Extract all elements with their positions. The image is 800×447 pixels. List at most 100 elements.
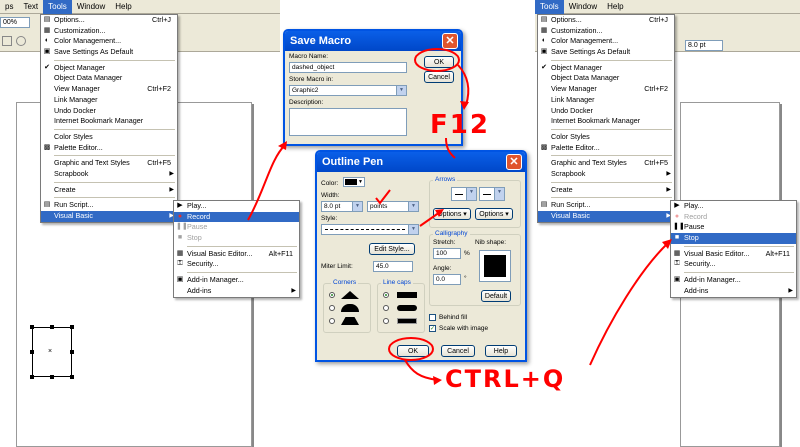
menu-item-play[interactable]: ▶ Play...: [671, 201, 796, 212]
menu-item-palette-editor[interactable]: ▩ Palette Editor...: [41, 143, 177, 154]
description-textarea[interactable]: [289, 108, 407, 136]
selection-handle[interactable]: [30, 325, 34, 329]
menu-item-color-styles[interactable]: Color Styles: [41, 132, 177, 143]
menu-item-view-manager[interactable]: View Manager Ctrl+F2: [41, 84, 177, 95]
menu-item-object-manager[interactable]: ✔ Object Manager: [538, 63, 674, 74]
menu-item-add-ins[interactable]: Add-ins ▶: [174, 286, 299, 297]
angle-input[interactable]: 0.0: [433, 274, 461, 285]
menu-item-options[interactable]: ▤ Options... Ctrl+J: [41, 15, 177, 26]
menu-item-link-manager[interactable]: Link Manager: [538, 95, 674, 106]
menu-item-create[interactable]: Create ▶: [41, 185, 177, 196]
stretch-input[interactable]: 100: [433, 248, 461, 259]
menu-item-scrapbook[interactable]: Scrapbook ▶: [538, 169, 674, 180]
selection-handle[interactable]: [70, 325, 74, 329]
menu-item-add-in-manager[interactable]: ▣ Add-in Manager...: [671, 275, 796, 286]
cancel-button[interactable]: Cancel: [441, 345, 475, 357]
menu-text[interactable]: Text: [18, 0, 43, 14]
start-arrow-select[interactable]: ▼: [451, 187, 477, 201]
corner-round-radio[interactable]: [329, 305, 335, 311]
menu-item-run-script[interactable]: ▤ Run Script...: [538, 200, 674, 211]
scale-image-checkbox[interactable]: ✓: [429, 325, 436, 332]
close-icon[interactable]: ✕: [506, 154, 522, 170]
selection-handle[interactable]: [30, 350, 34, 354]
cap-square-radio[interactable]: [383, 318, 389, 324]
ok-button[interactable]: OK: [424, 56, 454, 68]
menu-item-undo-docker[interactable]: Undo Docker: [41, 106, 177, 117]
menu-tools[interactable]: Tools: [43, 0, 72, 14]
cap-butt-radio[interactable]: [383, 292, 389, 298]
menu-tools[interactable]: Tools: [535, 0, 564, 14]
menu-item-link-manager[interactable]: Link Manager: [41, 95, 177, 106]
menu-item-view-manager[interactable]: View Manager Ctrl+F2: [538, 84, 674, 95]
macro-name-input[interactable]: dashed_object: [289, 62, 407, 73]
menu-item-internet-bookmark-manager[interactable]: Internet Bookmark Manager: [41, 116, 177, 127]
menu-item-color-management[interactable]: ◐ Color Management...: [41, 36, 177, 47]
store-macro-select[interactable]: Graphic2 ▼: [289, 85, 407, 96]
menu-item-create[interactable]: Create ▶: [538, 185, 674, 196]
menu-item-stop[interactable]: ■ Stop: [671, 233, 796, 244]
menu-item-color-management[interactable]: ◐ Color Management...: [538, 36, 674, 47]
menu-item-graphic-and-text-styles[interactable]: Graphic and Text Styles Ctrl+F5: [538, 158, 674, 169]
selection-handle[interactable]: [50, 375, 54, 379]
menu-item-internet-bookmark-manager[interactable]: Internet Bookmark Manager: [538, 116, 674, 127]
menu-item-visual-basic[interactable]: Visual Basic ▶: [41, 211, 177, 222]
menu-item-visual-basic[interactable]: Visual Basic ▶: [538, 211, 674, 222]
corner-bevel-radio[interactable]: [329, 318, 335, 324]
menu-item-add-ins[interactable]: Add-ins ▶: [671, 286, 796, 297]
menu-item-pause[interactable]: ❚❚ Pause: [174, 222, 299, 233]
cancel-button[interactable]: Cancel: [424, 71, 454, 83]
menu-item-visual-basic-editor[interactable]: ▦ Visual Basic Editor... Alt+F11: [671, 249, 796, 260]
ok-button[interactable]: OK: [397, 345, 429, 357]
default-button[interactable]: Default: [481, 290, 511, 302]
align-icon[interactable]: [2, 36, 12, 46]
units-select[interactable]: points ▼: [367, 201, 419, 212]
menu-item-visual-basic-editor[interactable]: ▦ Visual Basic Editor... Alt+F11: [174, 249, 299, 260]
menu-edit-partial[interactable]: ps: [0, 0, 18, 14]
menu-window[interactable]: Window: [72, 0, 110, 14]
cap-round-radio[interactable]: [383, 305, 389, 311]
menu-item-stop[interactable]: ■ Stop: [174, 233, 299, 244]
corner-miter-radio[interactable]: [329, 292, 335, 298]
help-button[interactable]: Help: [485, 345, 517, 357]
menu-item-customization[interactable]: ▦ Customization...: [41, 26, 177, 37]
miter-limit-input[interactable]: 45.0: [373, 261, 413, 272]
nib-shape-preview[interactable]: [479, 250, 511, 282]
arrow-options-right-button[interactable]: Options ▾: [475, 208, 513, 220]
menu-item-customization[interactable]: ▦ Customization...: [538, 26, 674, 37]
style-select[interactable]: ▼: [321, 224, 419, 235]
end-arrow-select[interactable]: ▼: [479, 187, 505, 201]
menu-window[interactable]: Window: [564, 0, 602, 14]
selection-handle[interactable]: [30, 375, 34, 379]
menu-item-scrapbook[interactable]: Scrapbook ▶: [41, 169, 177, 180]
selection-handle[interactable]: [70, 350, 74, 354]
width-select[interactable]: 8.0 pt ▼: [321, 201, 363, 212]
zoom-field[interactable]: 00%: [0, 17, 30, 28]
selection-handle[interactable]: [70, 375, 74, 379]
menu-item-security[interactable]: ⚿ Security...: [174, 259, 299, 270]
menu-item-run-script[interactable]: ▤ Run Script...: [41, 200, 177, 211]
menu-item-add-in-manager[interactable]: ▣ Add-in Manager...: [174, 275, 299, 286]
width-field[interactable]: 8.0 pt: [685, 40, 723, 51]
menu-help[interactable]: Help: [602, 0, 628, 14]
menu-item-save-settings-as-default[interactable]: ▣ Save Settings As Default: [538, 47, 674, 58]
close-icon[interactable]: ✕: [442, 33, 458, 49]
menu-item-record[interactable]: ● Record: [174, 211, 299, 223]
behind-fill-checkbox[interactable]: [429, 314, 436, 321]
edit-style-button[interactable]: Edit Style...: [369, 243, 415, 255]
menu-item-security[interactable]: ⚿ Security...: [671, 259, 796, 270]
menu-item-object-data-manager[interactable]: Object Data Manager: [41, 73, 177, 84]
rotate-icon[interactable]: [16, 36, 26, 46]
menu-item-graphic-and-text-styles[interactable]: Graphic and Text Styles Ctrl+F5: [41, 158, 177, 169]
menu-item-options[interactable]: ▤ Options... Ctrl+J: [538, 15, 674, 26]
menu-item-play[interactable]: ▶ Play...: [174, 201, 299, 212]
menu-item-pause[interactable]: ❚❚ Pause: [671, 222, 796, 233]
menu-item-record[interactable]: ● Record: [671, 212, 796, 223]
menu-item-palette-editor[interactable]: ▩ Palette Editor...: [538, 143, 674, 154]
menu-item-object-manager[interactable]: ✔ Object Manager: [41, 63, 177, 74]
selection-handle[interactable]: [50, 325, 54, 329]
color-swatch[interactable]: ▼: [343, 177, 365, 187]
menu-item-save-settings-as-default[interactable]: ▣ Save Settings As Default: [41, 47, 177, 58]
menu-item-object-data-manager[interactable]: Object Data Manager: [538, 73, 674, 84]
menu-item-undo-docker[interactable]: Undo Docker: [538, 106, 674, 117]
arrow-options-left-button[interactable]: Options ▾: [433, 208, 471, 220]
